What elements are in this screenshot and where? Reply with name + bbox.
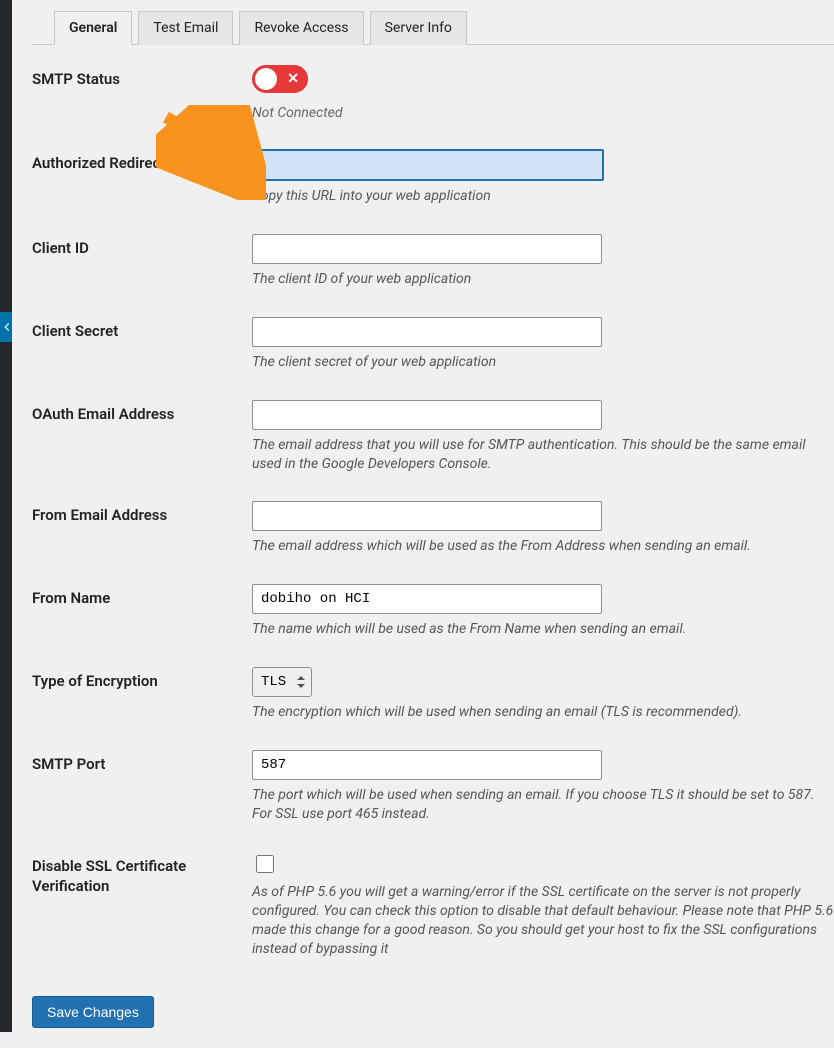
disable-ssl-helper: As of PHP 5.6 you will get a warning/err… (252, 883, 834, 959)
oauth-email-label: OAuth Email Address (32, 400, 252, 424)
redirect-uri-label: Authorized Redirect URI (32, 149, 252, 173)
smtp-port-input[interactable] (252, 750, 602, 780)
client-id-label: Client ID (32, 234, 252, 258)
smtp-status-toggle[interactable]: ✕ (252, 65, 308, 93)
redirect-uri-input[interactable] (252, 149, 604, 181)
tab-general[interactable]: General (54, 11, 132, 45)
from-name-label: From Name (32, 584, 252, 608)
tab-revoke-access[interactable]: Revoke Access (239, 11, 363, 45)
encryption-label: Type of Encryption (32, 667, 252, 691)
smtp-port-label: SMTP Port (32, 750, 252, 774)
redirect-uri-helper: Copy this URL into your web application (252, 187, 834, 206)
smtp-status-label: SMTP Status (32, 65, 252, 89)
from-email-helper: The email address which will be used as … (252, 537, 834, 556)
from-name-input[interactable] (252, 584, 602, 614)
client-secret-input[interactable] (252, 317, 602, 347)
admin-sidebar (0, 0, 12, 1032)
settings-tabs: General Test Email Revoke Access Server … (32, 10, 834, 45)
smtp-port-helper: The port which will be used when sending… (252, 786, 834, 824)
smtp-status-text: Not Connected (252, 105, 834, 121)
client-id-input[interactable] (252, 234, 602, 264)
encryption-helper: The encryption which will be used when s… (252, 703, 834, 722)
oauth-email-helper: The email address that you will use for … (252, 436, 834, 474)
disable-ssl-checkbox[interactable] (256, 855, 274, 873)
oauth-email-input[interactable] (252, 400, 602, 430)
disable-ssl-label: Disable SSL Certificate Verification (32, 852, 252, 897)
from-name-helper: The name which will be used as the From … (252, 620, 834, 639)
encryption-select[interactable]: TLS (252, 667, 312, 697)
client-secret-label: Client Secret (32, 317, 252, 341)
tab-server-info[interactable]: Server Info (370, 11, 467, 45)
close-icon: ✕ (287, 71, 299, 87)
from-email-input[interactable] (252, 501, 602, 531)
client-secret-helper: The client secret of your web applicatio… (252, 353, 834, 372)
tab-test-email[interactable]: Test Email (138, 11, 233, 45)
save-button[interactable]: Save Changes (32, 996, 154, 1028)
from-email-label: From Email Address (32, 501, 252, 525)
client-id-helper: The client ID of your web application (252, 270, 834, 289)
toggle-knob (255, 68, 277, 90)
